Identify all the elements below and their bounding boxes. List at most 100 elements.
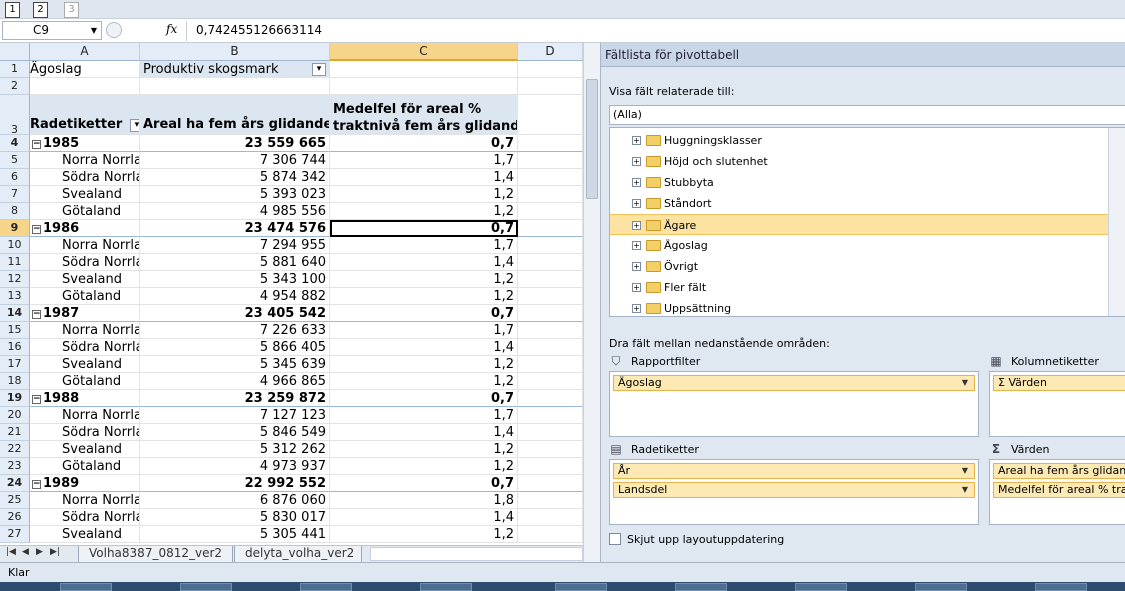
row-label-cell[interactable]: Norra Norrlar xyxy=(30,237,140,254)
expand-icon[interactable]: + xyxy=(632,136,641,145)
areal-cell[interactable]: 7 306 744 xyxy=(140,152,330,169)
cell-c1[interactable] xyxy=(330,61,518,78)
field-item[interactable]: + Fler fält xyxy=(610,277,1125,298)
related-fields-select[interactable]: (Alla) xyxy=(609,105,1125,125)
row-number[interactable]: 3 xyxy=(0,95,30,136)
collapse-icon[interactable]: − xyxy=(32,395,41,404)
cell-d3[interactable] xyxy=(518,95,583,135)
taskbar-button[interactable] xyxy=(555,583,607,591)
taskbar-button[interactable] xyxy=(60,583,112,591)
expand-icon[interactable]: + xyxy=(632,221,641,230)
row-number[interactable]: 11 xyxy=(0,254,30,271)
row-number[interactable]: 27 xyxy=(0,526,30,543)
sheet-vertical-scrollbar[interactable] xyxy=(583,43,600,562)
areal-cell[interactable]: 4 973 937 xyxy=(140,458,330,475)
row-number[interactable]: 19 xyxy=(0,390,30,407)
taskbar-button[interactable] xyxy=(675,583,727,591)
taskbar-button[interactable] xyxy=(300,583,352,591)
row-number[interactable]: 12 xyxy=(0,271,30,288)
empty-cell[interactable] xyxy=(518,288,583,305)
empty-cell[interactable] xyxy=(518,305,583,322)
row-number[interactable]: 15 xyxy=(0,322,30,339)
row-number[interactable]: 17 xyxy=(0,356,30,373)
cell-a2[interactable] xyxy=(30,78,140,95)
taskbar-button[interactable] xyxy=(1035,583,1087,591)
prev-sheet-icon[interactable]: ◀ xyxy=(22,547,29,557)
empty-cell[interactable] xyxy=(518,390,583,407)
row-number[interactable]: 1 xyxy=(0,61,30,78)
keytip-3[interactable]: 3 xyxy=(64,2,79,18)
row-label-cell[interactable]: Svealand xyxy=(30,186,140,203)
collapse-icon[interactable]: − xyxy=(32,140,41,149)
field-item[interactable]: + Övrigt xyxy=(610,256,1125,277)
cell-c2[interactable] xyxy=(330,78,518,95)
medelfel-cell[interactable]: 1,7 xyxy=(330,237,518,254)
expand-icon[interactable]: + xyxy=(632,283,641,292)
row-label-cell[interactable]: −1986 xyxy=(30,220,140,237)
areal-cell[interactable]: 4 985 556 xyxy=(140,203,330,220)
medelfel-cell[interactable]: 1,4 xyxy=(330,339,518,356)
row-field-landsdel[interactable]: Landsdel ▼ xyxy=(613,482,975,498)
expand-icon[interactable]: + xyxy=(632,199,641,208)
empty-cell[interactable] xyxy=(518,424,583,441)
pivot-value-header-areal[interactable]: Areal ha fem års glidande xyxy=(140,95,330,135)
medelfel-cell[interactable]: 1,2 xyxy=(330,271,518,288)
row-number[interactable]: 14 xyxy=(0,305,30,322)
field-item[interactable]: + Ägoslag xyxy=(610,235,1125,256)
field-list[interactable]: + Huggningsklasser + Höjd och slutenhet + Stu… xyxy=(609,127,1125,317)
row-label-cell[interactable]: Södra Norrla xyxy=(30,254,140,271)
areal-cell[interactable]: 5 830 017 xyxy=(140,509,330,526)
row-label-cell[interactable]: Svealand xyxy=(30,441,140,458)
empty-cell[interactable] xyxy=(518,237,583,254)
cell-b1[interactable]: Produktiv skogsmark ▾ xyxy=(140,61,330,78)
insert-function-icon[interactable]: fx xyxy=(166,22,177,36)
empty-cell[interactable] xyxy=(518,509,583,526)
medelfel-cell[interactable]: 1,2 xyxy=(330,288,518,305)
areal-cell[interactable]: 4 954 882 xyxy=(140,288,330,305)
field-item[interactable]: + Höjd och slutenhet xyxy=(610,151,1125,172)
column-header-b[interactable]: B xyxy=(140,43,330,61)
row-number[interactable]: 4 xyxy=(0,135,30,152)
worksheet-grid[interactable]: A B C D 1 Ägoslag Produktiv skogsmark ▾ … xyxy=(0,43,583,545)
row-number[interactable]: 23 xyxy=(0,458,30,475)
name-box[interactable]: C9 ▼ xyxy=(2,21,102,40)
taskbar-button[interactable] xyxy=(795,583,847,591)
column-field-values[interactable]: Σ Värden xyxy=(993,375,1125,391)
empty-cell[interactable] xyxy=(518,356,583,373)
row-number[interactable]: 18 xyxy=(0,373,30,390)
empty-cell[interactable] xyxy=(518,220,583,237)
cell-a1[interactable]: Ägoslag xyxy=(30,61,140,78)
taskbar-button[interactable] xyxy=(180,583,232,591)
row-label-cell[interactable]: Norra Norrlar xyxy=(30,407,140,424)
row-label-cell[interactable]: Götaland xyxy=(30,373,140,390)
sheet-horizontal-scrollbar[interactable] xyxy=(370,547,583,561)
medelfel-cell[interactable]: 1,2 xyxy=(330,186,518,203)
pivot-value-header-medelfel[interactable]: Medelfel för areal % traktnivå fem års g… xyxy=(330,95,518,135)
areal-cell[interactable]: 7 294 955 xyxy=(140,237,330,254)
defer-checkbox[interactable] xyxy=(609,533,621,545)
medelfel-cell[interactable]: 0,7 xyxy=(330,390,518,407)
row-label-cell[interactable]: Södra Norrla xyxy=(30,509,140,526)
medelfel-cell[interactable]: 0,7 xyxy=(330,475,518,492)
areal-cell[interactable]: 5 881 640 xyxy=(140,254,330,271)
row-number[interactable]: 7 xyxy=(0,186,30,203)
areal-cell[interactable]: 5 305 441 xyxy=(140,526,330,543)
field-item[interactable]: + Uppsättning xyxy=(610,298,1125,316)
medelfel-cell[interactable]: 1,4 xyxy=(330,254,518,271)
field-item[interactable]: + Stubbyta xyxy=(610,172,1125,193)
row-number[interactable]: 25 xyxy=(0,492,30,509)
keytip-2[interactable]: 2 xyxy=(33,2,48,18)
empty-cell[interactable] xyxy=(518,373,583,390)
empty-cell[interactable] xyxy=(518,254,583,271)
expand-icon[interactable]: + xyxy=(632,262,641,271)
areal-cell[interactable]: 7 226 633 xyxy=(140,322,330,339)
areal-cell[interactable]: 23 474 576 xyxy=(140,220,330,237)
scroll-thumb[interactable] xyxy=(586,79,598,199)
defer-layout-update[interactable]: Skjut upp layoutuppdatering xyxy=(609,533,784,546)
medelfel-cell[interactable]: 1,2 xyxy=(330,203,518,220)
empty-cell[interactable] xyxy=(518,203,583,220)
column-header-c[interactable]: C xyxy=(330,43,518,61)
row-label-cell[interactable]: −1988 xyxy=(30,390,140,407)
areal-cell[interactable]: 5 393 023 xyxy=(140,186,330,203)
column-header-a[interactable]: A xyxy=(30,43,140,61)
